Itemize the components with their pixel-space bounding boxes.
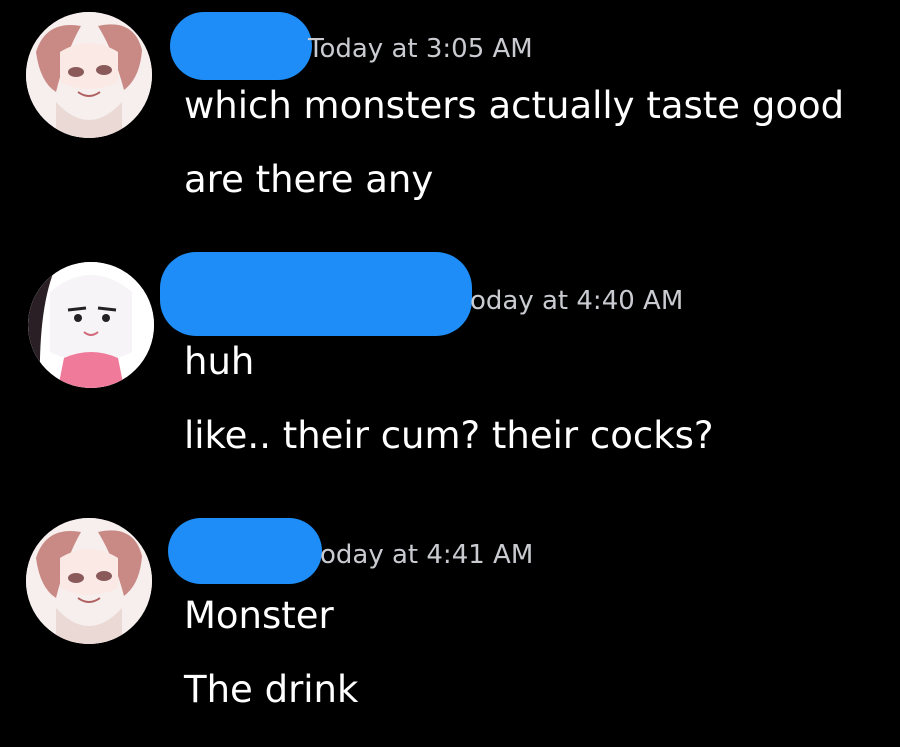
message-text: Monster xyxy=(184,594,334,637)
avatar[interactable] xyxy=(26,518,152,644)
timestamp: oday at 4:41 AM xyxy=(320,540,534,570)
message-3: oday at 4:41 AM Monster The drink xyxy=(0,0,900,740)
message-text: The drink xyxy=(184,668,359,711)
anime-avatar-icon xyxy=(26,518,152,644)
redacted-username xyxy=(168,518,322,584)
